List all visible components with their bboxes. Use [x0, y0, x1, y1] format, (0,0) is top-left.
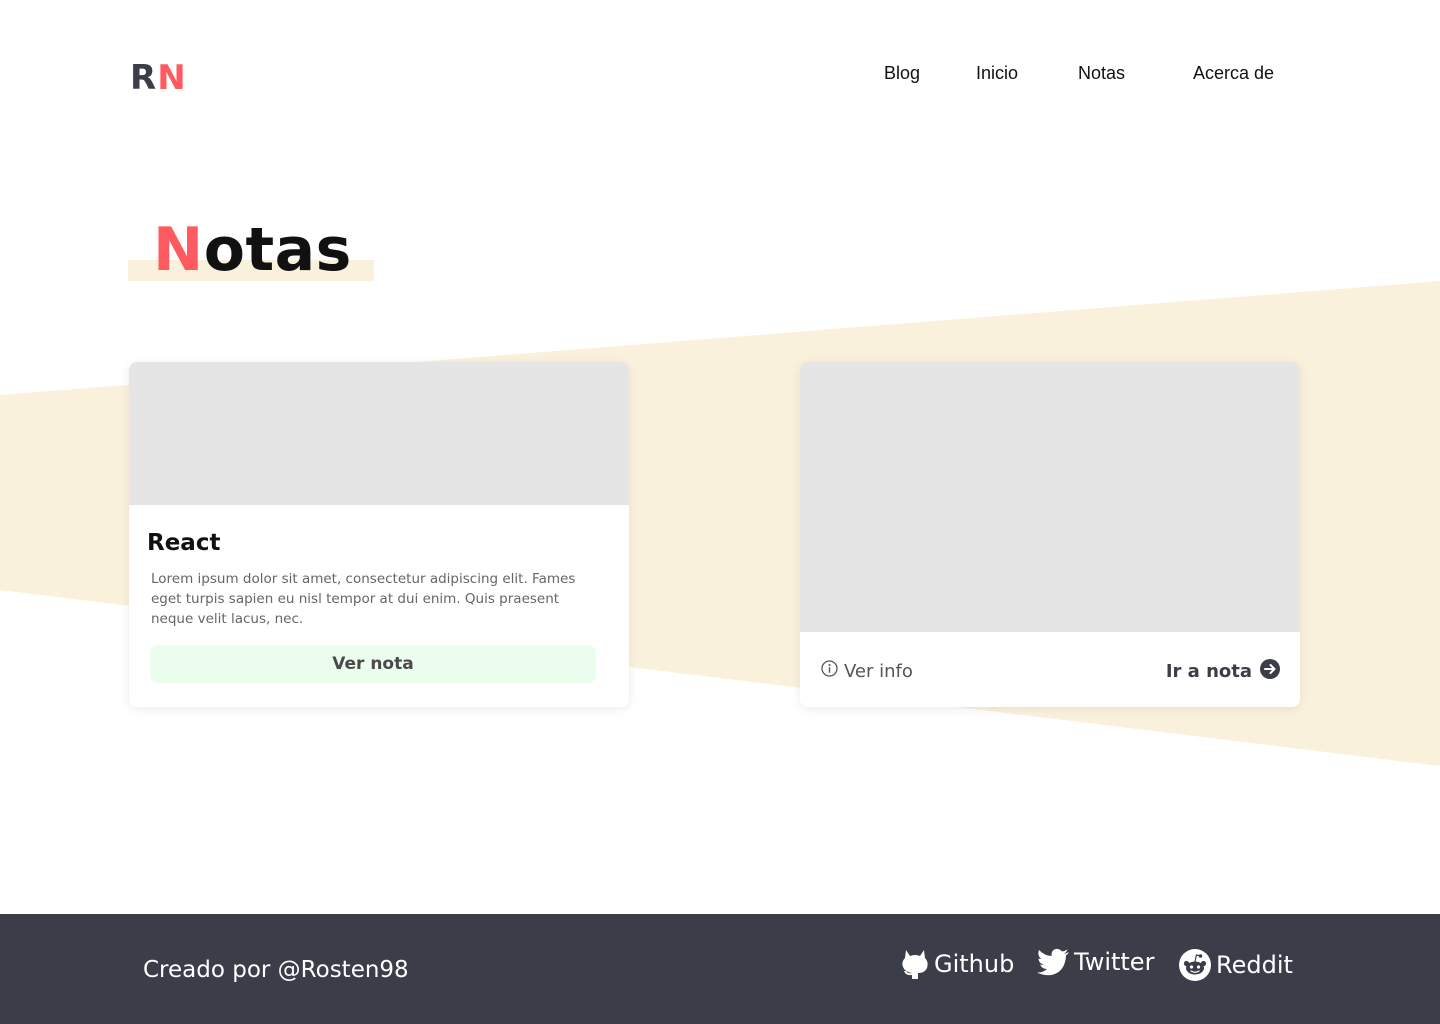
nav-item-inicio[interactable]: Inicio — [976, 63, 1018, 84]
github-link[interactable]: Github — [900, 948, 1014, 980]
reddit-link[interactable]: Reddit — [1178, 948, 1293, 982]
card-title: React — [147, 530, 221, 556]
ir-a-nota-link[interactable]: Ir a nota — [1166, 659, 1280, 684]
page-title-first-letter: N — [153, 215, 204, 285]
page-title-block: Notas — [128, 215, 374, 285]
note-card-second: Ver info Ir a nota — [800, 362, 1300, 707]
nav-item-notas[interactable]: Notas — [1078, 63, 1125, 84]
reddit-label: Reddit — [1216, 951, 1293, 979]
page-title: Notas — [153, 215, 352, 285]
arrow-right-circle-icon — [1260, 659, 1280, 684]
twitter-link[interactable]: Twitter — [1037, 948, 1154, 976]
ver-info-label: Ver info — [844, 660, 913, 682]
card-image-placeholder — [129, 362, 629, 505]
reddit-icon — [1178, 948, 1212, 982]
note-card-react: React Lorem ipsum dolor sit amet, consec… — [129, 362, 629, 707]
twitter-label: Twitter — [1074, 948, 1155, 976]
card-description: Lorem ipsum dolor sit amet, consectetur … — [151, 571, 576, 627]
github-icon — [900, 948, 930, 980]
info-icon — [821, 660, 838, 682]
footer-credit: Creado por @Rosten98 — [143, 957, 409, 983]
ver-nota-button[interactable]: Ver nota — [150, 645, 596, 683]
footer: Creado por @Rosten98 Github Twitter Redd… — [0, 914, 1440, 1024]
twitter-icon — [1037, 948, 1070, 976]
nav-item-acerca-de[interactable]: Acerca de — [1193, 63, 1274, 84]
ir-a-nota-label: Ir a nota — [1165, 661, 1252, 682]
page-title-rest: otas — [203, 215, 352, 285]
card-image-placeholder — [800, 362, 1300, 632]
nav-item-blog[interactable]: Blog — [884, 63, 920, 84]
github-label: Github — [934, 950, 1015, 978]
main-nav: Blog Inicio Notas Acerca de — [0, 63, 1440, 87]
ver-info-link[interactable]: Ver info — [821, 660, 913, 682]
